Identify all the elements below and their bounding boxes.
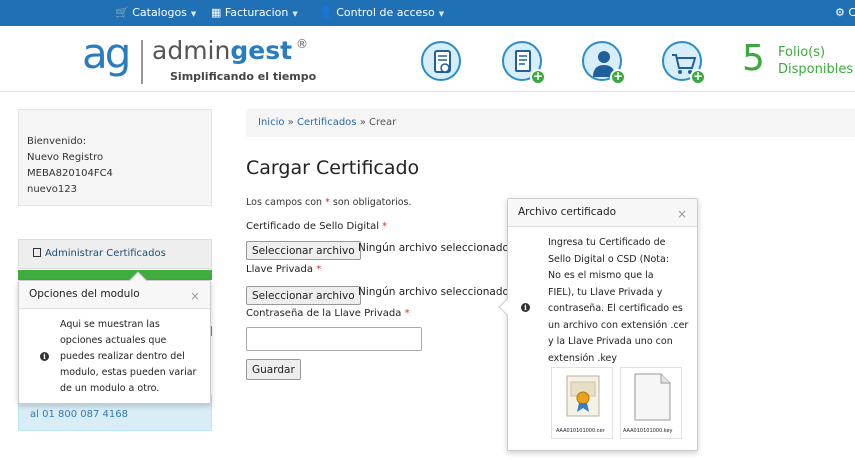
logo-name-part2: gest xyxy=(230,36,293,65)
user-name: Nuevo Registro xyxy=(27,152,104,163)
popover-title: Archivo certificado xyxy=(508,199,697,227)
password-input[interactable] xyxy=(246,327,422,351)
header: ag admingest ® Simplificando el tiempo + … xyxy=(0,26,855,92)
add-cart-icon[interactable]: + xyxy=(662,41,706,85)
csd-label: Certificado de Sello Digital * xyxy=(246,221,387,232)
popover-line: FIEL), tu Llave Privada y xyxy=(548,286,663,298)
user-rfc: MEBA820104FC4 xyxy=(27,168,113,179)
popover-body: Aqui se muestran las opciones actuales q… xyxy=(60,317,210,397)
top-navbar: 🛒 Catalogos ▼ ▦ Facturacion ▼ 👤 Control de… xyxy=(0,0,855,26)
user-info-panel: Bienvenido: Nuevo Registro MEBA820104FC4… xyxy=(18,109,212,206)
required-star: * xyxy=(382,221,388,232)
sidebar-menu: Administrar Certificados xyxy=(18,239,212,269)
folio-label: Folio(s) Disponibles xyxy=(778,44,853,78)
folio-count: 5 xyxy=(742,38,765,79)
popover-line: Sello Digital o CSD (Nota: xyxy=(548,253,670,265)
logo-tagline: Simplificando el tiempo xyxy=(170,70,317,83)
page-title: Cargar Certificado xyxy=(246,157,420,179)
nav-catalogos-label: Catalogos xyxy=(132,6,187,19)
popover-line: extensión .key xyxy=(548,352,617,364)
plus-badge-icon: + xyxy=(610,69,626,85)
chevron-down-icon: ▼ xyxy=(438,10,445,18)
popover-line: modulo, estas pueden variar xyxy=(60,367,197,378)
nav-config-label: C xyxy=(848,6,855,19)
registered-mark: ® xyxy=(296,37,309,51)
grid-icon: ▦ xyxy=(211,6,222,19)
popover-line: opciones actuales que xyxy=(60,335,167,346)
password-label: Contraseña de la Llave Privada * xyxy=(246,308,410,319)
required-note: Los campos con * son obligatorios. xyxy=(246,197,412,208)
sidebar-green-bar xyxy=(18,270,212,280)
sidebar-item-label: Administrar Certificados xyxy=(45,248,166,259)
csd-file-button[interactable]: Seleccionar archivo xyxy=(246,241,361,260)
contact-phone[interactable]: al 01 800 087 4168 xyxy=(30,409,128,420)
popover-title: Opciones del modulo xyxy=(19,281,210,309)
certificate-file-icon xyxy=(566,375,600,417)
close-icon[interactable]: × xyxy=(677,207,687,221)
cart-icon: 🛒 xyxy=(115,6,129,19)
list-icon xyxy=(33,248,41,257)
module-options-popover: Opciones del modulo × i Aqui se muestran… xyxy=(18,271,211,404)
cer-file-name: AAA010101000.cer xyxy=(556,428,605,434)
required-note-post: son obligatorios. xyxy=(329,197,412,208)
add-user-icon[interactable]: + xyxy=(582,41,626,85)
nav-control-acceso-label: Control de acceso xyxy=(336,6,435,19)
logo-mark[interactable]: ag xyxy=(82,33,131,75)
logo-divider xyxy=(141,40,143,84)
nav-control-acceso[interactable]: 👤 Control de acceso ▼ xyxy=(319,6,444,19)
sidebar-item-administrar-certificados[interactable]: Administrar Certificados xyxy=(33,248,166,259)
popover-arrow xyxy=(498,298,516,316)
key-file-status: Ningún archivo seleccionado xyxy=(358,286,509,298)
add-invoice-icon[interactable]: + xyxy=(502,41,546,85)
folio-label-line2: Disponibles xyxy=(778,62,854,77)
key-file-name: AAA010101000.key xyxy=(623,428,673,434)
nav-facturacion[interactable]: ▦ Facturacion ▼ xyxy=(211,6,298,19)
breadcrumb: Inicio » Certificados » Crear xyxy=(246,109,855,137)
popover-line: contraseña. El certificado es xyxy=(548,303,683,314)
key-label-text: Llave Privada xyxy=(246,264,313,275)
popover-body: Ingresa tu Certificado de Sello Digital … xyxy=(548,235,696,367)
chevron-down-icon: ▼ xyxy=(292,10,298,18)
blank-file-icon xyxy=(634,373,671,421)
breadcrumb-current: Crear xyxy=(369,117,397,128)
folio-label-line1: Folio(s) xyxy=(778,45,826,60)
csd-file-status: Ningún archivo seleccionado xyxy=(358,242,509,254)
password-label-text: Contraseña de la Llave Privada xyxy=(246,308,402,319)
certificate-document-icon[interactable] xyxy=(421,41,461,81)
gear-icon: ⚙ xyxy=(835,6,845,19)
popover-line: y la Llave Privada uno con xyxy=(548,336,673,347)
popover-line: Ingresa tu Certificado de xyxy=(548,237,666,248)
nav-config[interactable]: ⚙ C xyxy=(835,6,855,19)
info-icon: i xyxy=(521,303,530,312)
key-file-button[interactable]: Seleccionar archivo xyxy=(246,286,361,305)
popover-line: un archivo con extensión .cer xyxy=(548,319,689,331)
csd-label-text: Certificado de Sello Digital xyxy=(246,221,379,232)
breadcrumb-separator: » xyxy=(359,117,366,128)
close-icon[interactable]: × xyxy=(190,289,200,303)
user-username: nuevo123 xyxy=(27,184,77,195)
plus-badge-icon: + xyxy=(690,69,706,85)
nav-catalogos[interactable]: 🛒 Catalogos ▼ xyxy=(115,6,196,19)
plus-badge-icon: + xyxy=(530,69,546,85)
popover-line: de un modulo a otro. xyxy=(60,383,160,394)
popover-line: Aqui se muestran las xyxy=(60,319,160,330)
user-icon: 👤 xyxy=(319,6,333,19)
nav-facturacion-label: Facturacion xyxy=(224,6,289,19)
required-star: * xyxy=(404,308,410,319)
required-note-pre: Los campos con xyxy=(246,197,326,208)
logo-name-part1: admin xyxy=(152,36,231,65)
welcome-label: Bienvenido: xyxy=(27,136,87,147)
logo-text[interactable]: admingest ® xyxy=(152,38,308,63)
popover-line: No es el mismo que la xyxy=(548,270,654,281)
chevron-down-icon: ▼ xyxy=(190,10,197,18)
breadcrumb-inicio[interactable]: Inicio xyxy=(258,117,284,128)
key-label: Llave Privada * xyxy=(246,264,321,275)
popover-line: puedes realizar dentro del xyxy=(60,351,185,362)
breadcrumb-certificados[interactable]: Certificados xyxy=(297,117,357,128)
breadcrumb-separator: » xyxy=(287,117,294,128)
required-star: * xyxy=(316,264,322,275)
info-icon: i xyxy=(40,352,49,361)
save-button[interactable]: Guardar xyxy=(246,359,301,380)
